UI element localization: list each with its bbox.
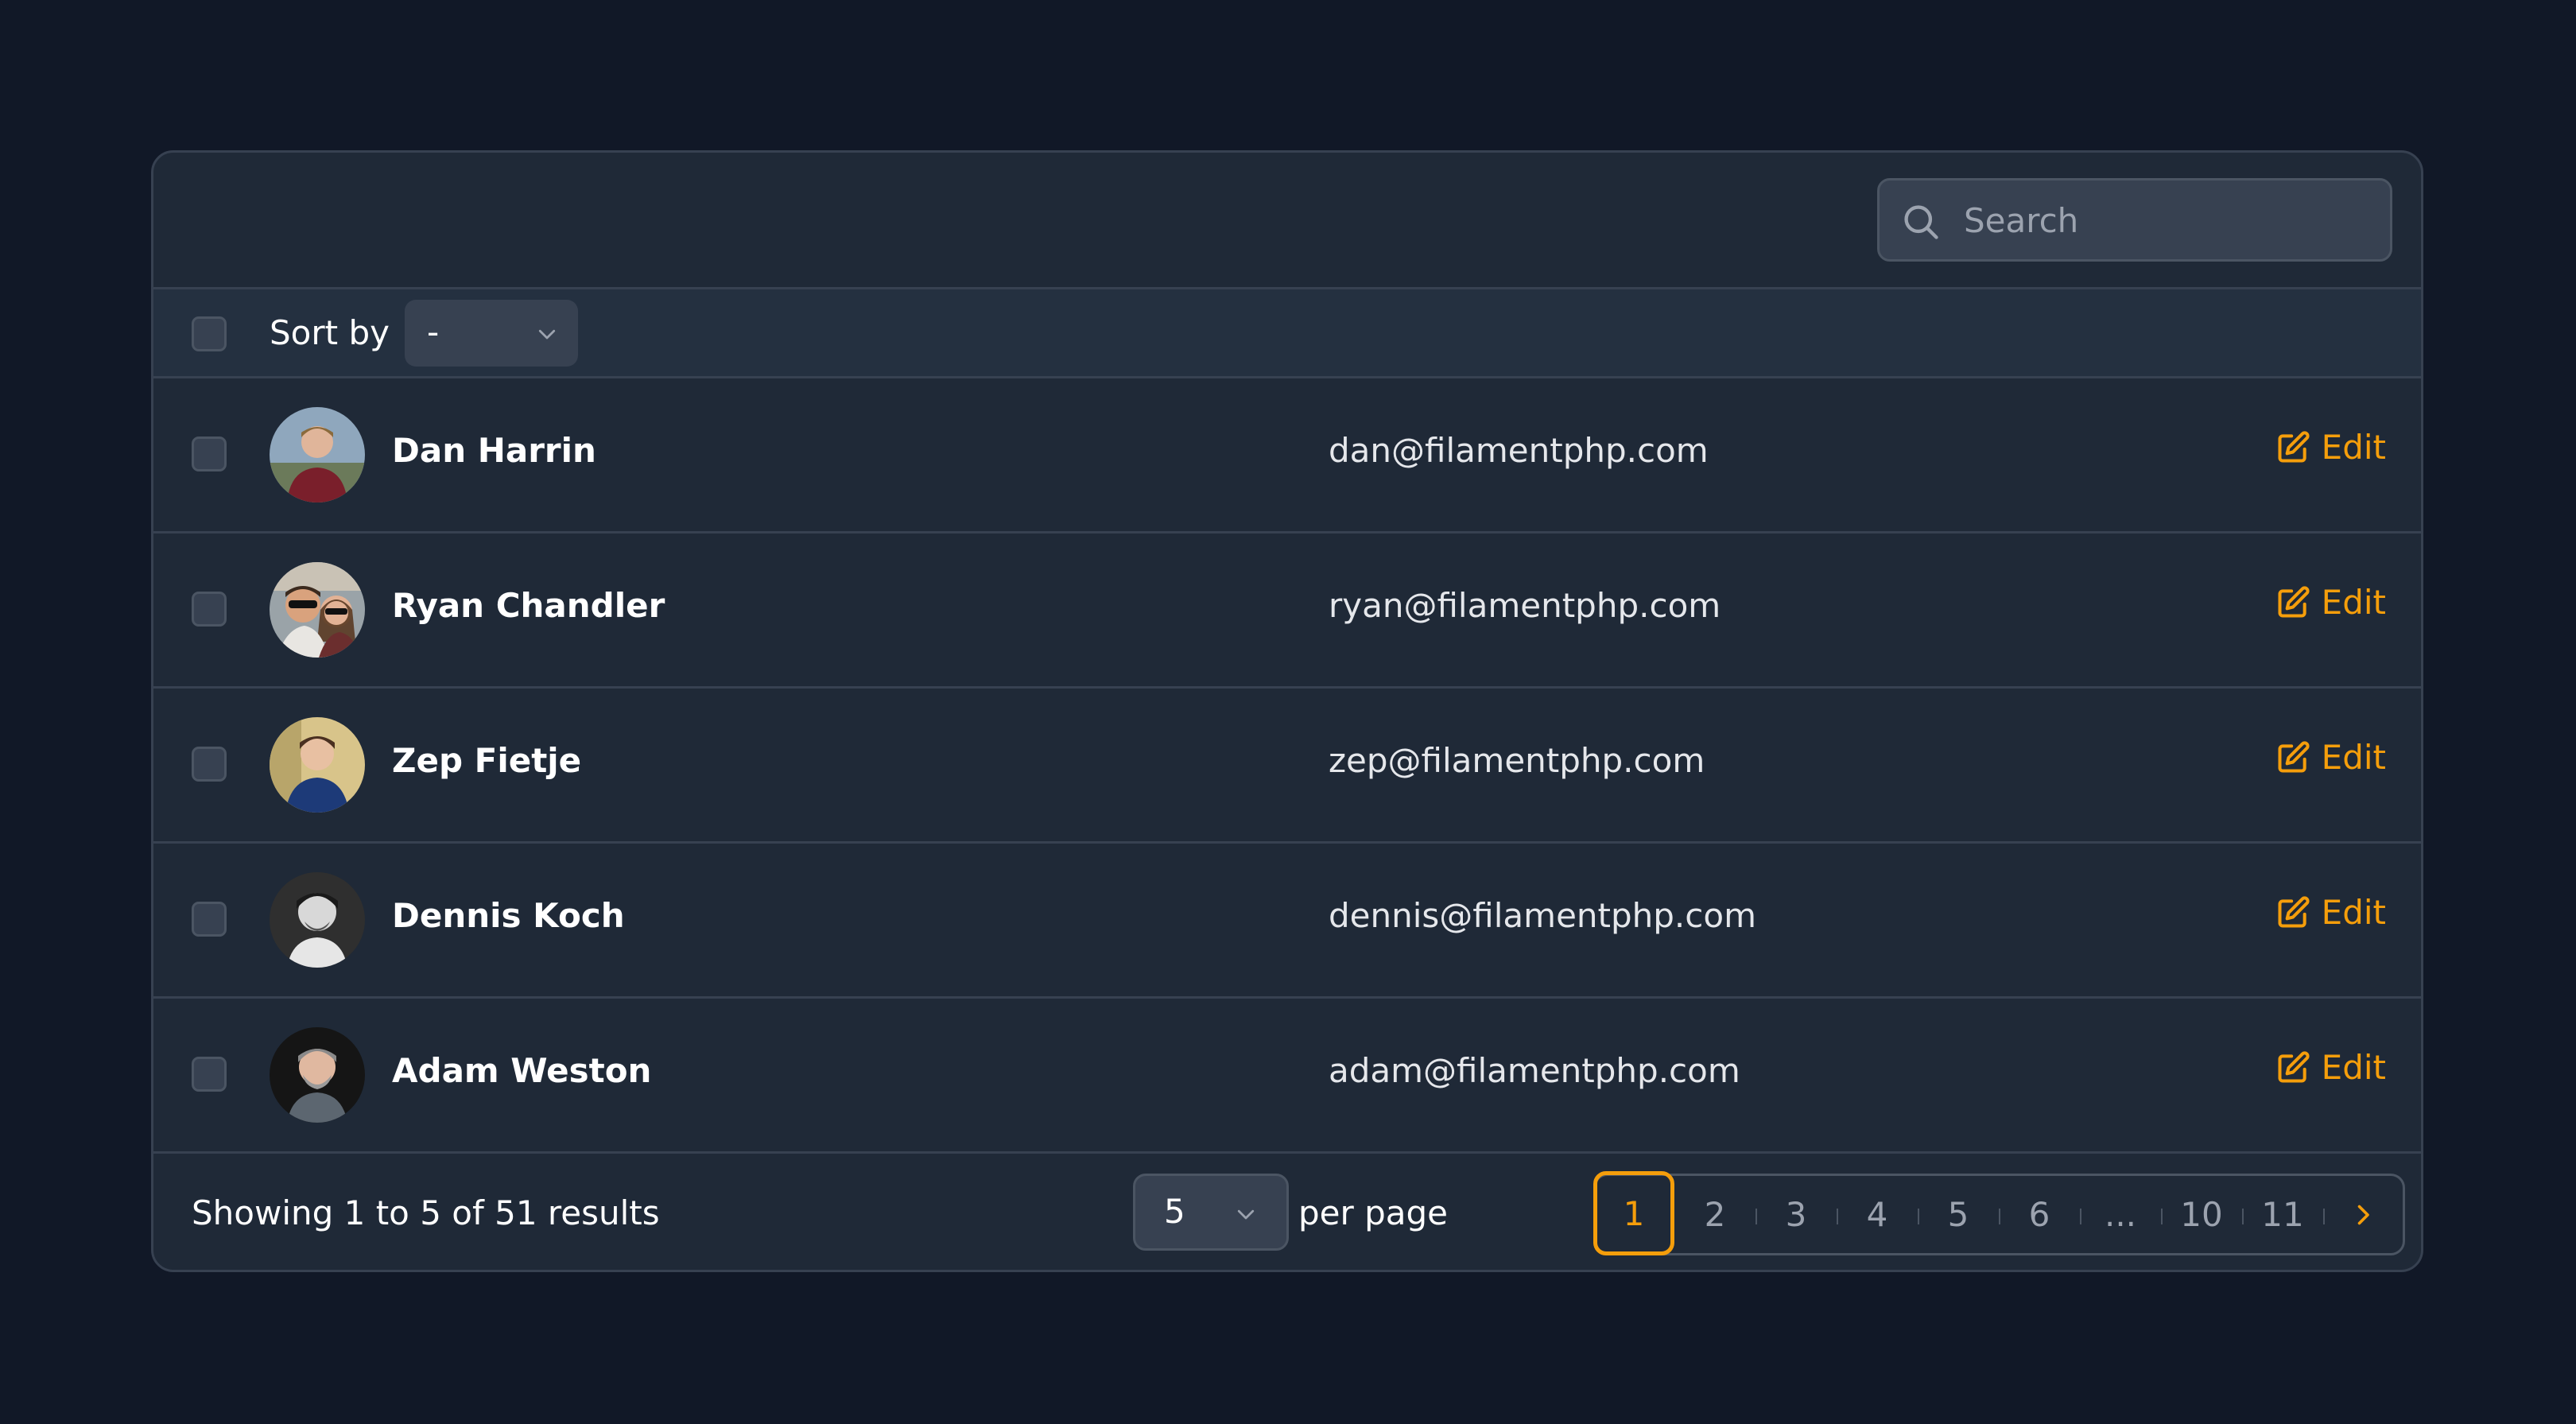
page-button-5[interactable]: 5 — [1918, 1176, 1999, 1253]
sort-bar: Sort by - — [153, 289, 2421, 378]
sort-select[interactable]: - — [405, 300, 578, 367]
user-name: Adam Weston — [392, 1051, 652, 1090]
edit-icon — [2278, 585, 2310, 618]
avatar — [270, 562, 365, 658]
edit-label: Edit — [2321, 583, 2386, 622]
row-checkbox[interactable] — [192, 902, 227, 937]
page-button-10[interactable]: 10 — [2161, 1176, 2242, 1253]
page-button-11[interactable]: 11 — [2242, 1176, 2323, 1253]
table-row: Ryan Chandler ryan@filamentphp.com Edit — [153, 534, 2421, 689]
next-page-button[interactable] — [2323, 1176, 2403, 1253]
user-email: dennis@filamentphp.com — [1329, 896, 1756, 935]
edit-button[interactable]: Edit — [2275, 1048, 2386, 1087]
page-button-3[interactable]: 3 — [1755, 1176, 1837, 1253]
user-name: Zep Fietje — [392, 741, 582, 780]
chevron-down-icon — [538, 329, 556, 340]
page-ellipsis: ... — [2080, 1176, 2161, 1253]
users-table-card: Sort by - Dan Harrin dan@filamentphp.com — [151, 150, 2423, 1272]
per-page-select[interactable]: 5 — [1133, 1174, 1289, 1251]
user-name: Ryan Chandler — [392, 586, 665, 625]
avatar — [270, 872, 365, 968]
row-checkbox[interactable] — [192, 747, 227, 782]
table-row: Dan Harrin dan@filamentphp.com Edit — [153, 378, 2421, 534]
edit-icon — [2278, 430, 2310, 463]
sort-select-value: - — [427, 312, 440, 351]
row-checkbox[interactable] — [192, 437, 227, 471]
edit-button[interactable]: Edit — [2275, 893, 2386, 932]
avatar — [270, 407, 365, 502]
table-row: Adam Weston adam@filamentphp.com Edit — [153, 999, 2421, 1154]
search-box[interactable] — [1877, 178, 2392, 262]
edit-icon — [2278, 1050, 2310, 1083]
page-button-2[interactable]: 2 — [1674, 1176, 1755, 1253]
user-email: ryan@filamentphp.com — [1329, 586, 1721, 625]
edit-label: Edit — [2321, 738, 2386, 777]
edit-icon — [2278, 895, 2310, 928]
user-email: zep@filamentphp.com — [1329, 741, 1705, 780]
edit-label: Edit — [2321, 1048, 2386, 1087]
avatar — [270, 717, 365, 813]
chevron-down-icon — [1237, 1209, 1255, 1220]
edit-button[interactable]: Edit — [2275, 428, 2386, 467]
search-icon — [1904, 205, 1938, 239]
select-all-checkbox[interactable] — [192, 316, 227, 351]
table-row: Dennis Koch dennis@filamentphp.com Edit — [153, 844, 2421, 999]
page-button-6[interactable]: 6 — [1999, 1176, 2080, 1253]
edit-button[interactable]: Edit — [2275, 583, 2386, 622]
row-checkbox[interactable] — [192, 1057, 227, 1092]
page-button-1[interactable]: 1 — [1593, 1171, 1674, 1255]
edit-label: Edit — [2321, 893, 2386, 932]
table-toolbar — [153, 153, 2421, 289]
user-name: Dan Harrin — [392, 431, 596, 470]
edit-label: Edit — [2321, 428, 2386, 467]
pagination: 1 2 3 4 5 6 ... 10 11 — [1593, 1171, 2405, 1255]
sort-by-label: Sort by — [270, 313, 390, 352]
edit-button[interactable]: Edit — [2275, 738, 2386, 777]
per-page-value: 5 — [1164, 1192, 1185, 1231]
table-footer: Showing 1 to 5 of 51 results 5 per page … — [153, 1154, 2421, 1270]
page-button-4[interactable]: 4 — [1837, 1176, 1918, 1253]
chevron-right-icon — [2357, 1205, 2369, 1224]
search-input[interactable] — [1962, 180, 2377, 261]
table-row: Zep Fietje zep@filamentphp.com Edit — [153, 689, 2421, 844]
row-checkbox[interactable] — [192, 592, 227, 627]
user-email: dan@filamentphp.com — [1329, 431, 1709, 470]
results-summary: Showing 1 to 5 of 51 results — [192, 1193, 660, 1232]
per-page-label: per page — [1298, 1193, 1449, 1232]
edit-icon — [2278, 740, 2310, 773]
avatar — [270, 1027, 365, 1123]
user-name: Dennis Koch — [392, 896, 625, 935]
user-email: adam@filamentphp.com — [1329, 1051, 1740, 1090]
